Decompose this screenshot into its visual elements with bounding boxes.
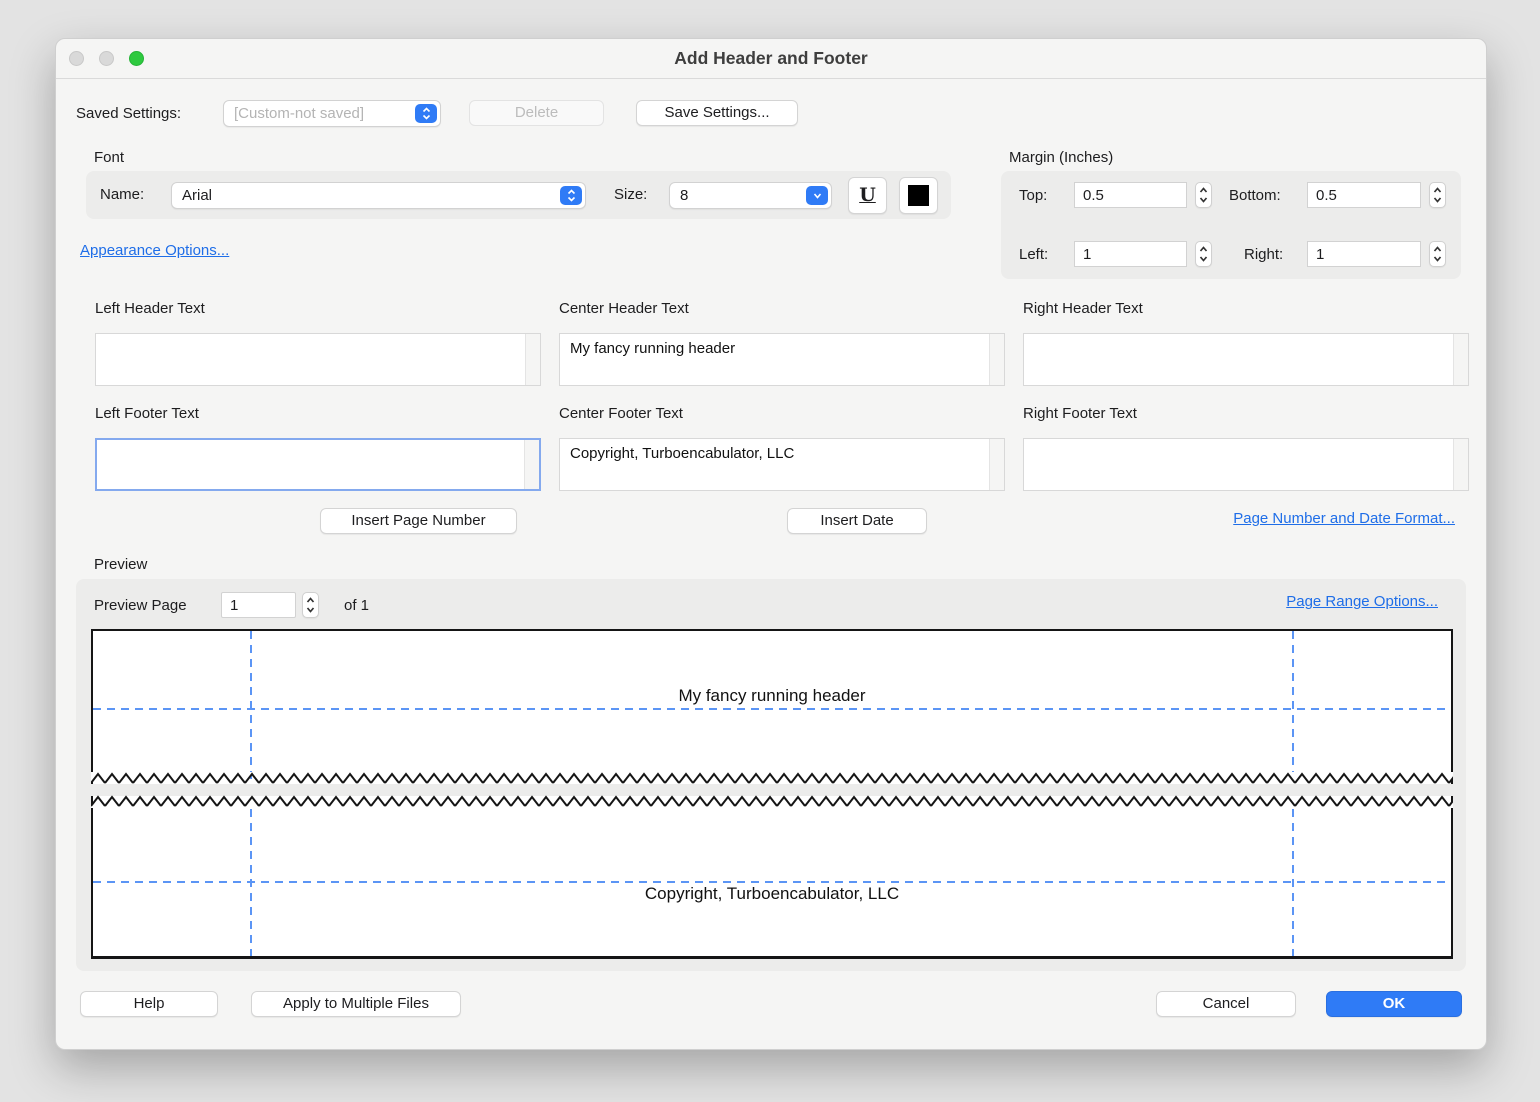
margin-top-stepper-icon[interactable]	[1195, 182, 1212, 208]
scrollbar[interactable]	[989, 334, 1004, 385]
preview-page-top-sheet: My fancy running header	[91, 629, 1453, 784]
margin-top-label: Top:	[1019, 187, 1047, 204]
margin-left-label: Left:	[1019, 246, 1048, 263]
margin-bottom-input[interactable]	[1307, 182, 1421, 208]
font-name-label: Name:	[100, 186, 144, 203]
font-name-value: Arial	[182, 187, 212, 204]
right-header-label: Right Header Text	[1023, 300, 1143, 317]
save-settings-button[interactable]: Save Settings...	[636, 100, 798, 126]
chevron-down-icon	[806, 186, 828, 205]
scrollbar[interactable]	[1453, 334, 1468, 385]
preview-of-label: of 1	[344, 597, 369, 614]
saved-settings-value: [Custom-not saved]	[234, 105, 364, 122]
right-footer-label: Right Footer Text	[1023, 405, 1137, 422]
font-name-dropdown[interactable]: Arial	[171, 182, 586, 209]
margin-top-input[interactable]	[1074, 182, 1187, 208]
insert-date-button[interactable]: Insert Date	[787, 508, 927, 534]
right-footer-textarea[interactable]	[1024, 439, 1453, 490]
font-group: Name: Arial Size: 8 U	[86, 171, 951, 219]
torn-edge-icon	[91, 795, 1453, 808]
font-size-value: 8	[680, 187, 688, 204]
center-header-textarea[interactable]: My fancy running header	[560, 334, 989, 385]
scrollbar[interactable]	[1453, 439, 1468, 490]
margin-bottom-label: Bottom:	[1229, 187, 1281, 204]
color-swatch-icon	[908, 185, 929, 206]
margin-left-stepper-icon[interactable]	[1195, 241, 1212, 267]
margin-group: Top: Bottom: Left: Right:	[1001, 171, 1461, 279]
margin-right-input[interactable]	[1307, 241, 1421, 267]
center-footer-textarea-wrap: Copyright, Turboencabulator, LLC	[559, 438, 1005, 491]
insert-page-number-button[interactable]: Insert Page Number	[320, 508, 517, 534]
saved-settings-dropdown[interactable]: [Custom-not saved]	[223, 100, 441, 127]
ok-button[interactable]: OK	[1326, 991, 1462, 1017]
margin-bottom-stepper-icon[interactable]	[1429, 182, 1446, 208]
page-range-options-link[interactable]: Page Range Options...	[1286, 593, 1438, 610]
preview-section-label: Preview	[94, 556, 147, 573]
preview-page: My fancy running header	[91, 629, 1453, 959]
left-footer-textarea[interactable]	[97, 440, 524, 489]
center-footer-label: Center Footer Text	[559, 405, 683, 422]
margin-section-label: Margin (Inches)	[1009, 149, 1113, 166]
left-footer-label: Left Footer Text	[95, 405, 199, 422]
preview-page-stepper-icon[interactable]	[302, 592, 319, 618]
help-button[interactable]: Help	[80, 991, 218, 1017]
page-number-date-format-link[interactable]: Page Number and Date Format...	[1233, 510, 1455, 527]
footer-baseline-guide	[93, 881, 1451, 883]
left-header-textarea-wrap	[95, 333, 541, 386]
cancel-button[interactable]: Cancel	[1156, 991, 1296, 1017]
title-bar: Add Header and Footer	[56, 39, 1486, 79]
right-header-textarea-wrap	[1023, 333, 1469, 386]
left-header-label: Left Header Text	[95, 300, 205, 317]
preview-header-text: My fancy running header	[93, 686, 1451, 706]
preview-page-input[interactable]	[221, 592, 296, 618]
preview-footer-text: Copyright, Turboencabulator, LLC	[93, 884, 1451, 904]
font-size-label: Size:	[614, 186, 647, 203]
left-footer-textarea-wrap	[95, 438, 541, 491]
left-header-textarea[interactable]	[96, 334, 525, 385]
delete-button[interactable]: Delete	[469, 100, 604, 126]
page-title: Add Header and Footer	[56, 48, 1486, 69]
center-footer-textarea[interactable]: Copyright, Turboencabulator, LLC	[560, 439, 989, 490]
underline-button[interactable]: U	[848, 177, 887, 214]
stepper-icon	[560, 186, 582, 205]
margin-right-stepper-icon[interactable]	[1429, 241, 1446, 267]
scrollbar[interactable]	[524, 440, 539, 489]
margin-right-label: Right:	[1244, 246, 1283, 263]
font-color-button[interactable]	[899, 177, 938, 214]
preview-page-bottom-sheet: Copyright, Turboencabulator, LLC	[91, 796, 1453, 959]
header-baseline-guide	[93, 708, 1451, 710]
apply-to-multiple-files-button[interactable]: Apply to Multiple Files	[251, 991, 461, 1017]
torn-edge-icon	[91, 772, 1453, 785]
margin-left-input[interactable]	[1074, 241, 1187, 267]
scrollbar[interactable]	[989, 439, 1004, 490]
preview-group: Preview Page of 1 Page Range Options... …	[76, 579, 1466, 971]
font-section-label: Font	[94, 149, 124, 166]
saved-settings-label: Saved Settings:	[76, 105, 181, 122]
scrollbar[interactable]	[525, 334, 540, 385]
appearance-options-link[interactable]: Appearance Options...	[80, 242, 229, 259]
right-footer-textarea-wrap	[1023, 438, 1469, 491]
font-size-combo[interactable]: 8	[669, 182, 832, 209]
preview-page-label: Preview Page	[94, 597, 187, 614]
add-header-footer-dialog: Add Header and Footer Saved Settings: [C…	[55, 38, 1487, 1050]
right-header-textarea[interactable]	[1024, 334, 1453, 385]
stepper-icon	[415, 104, 437, 123]
center-header-textarea-wrap: My fancy running header	[559, 333, 1005, 386]
center-header-label: Center Header Text	[559, 300, 689, 317]
